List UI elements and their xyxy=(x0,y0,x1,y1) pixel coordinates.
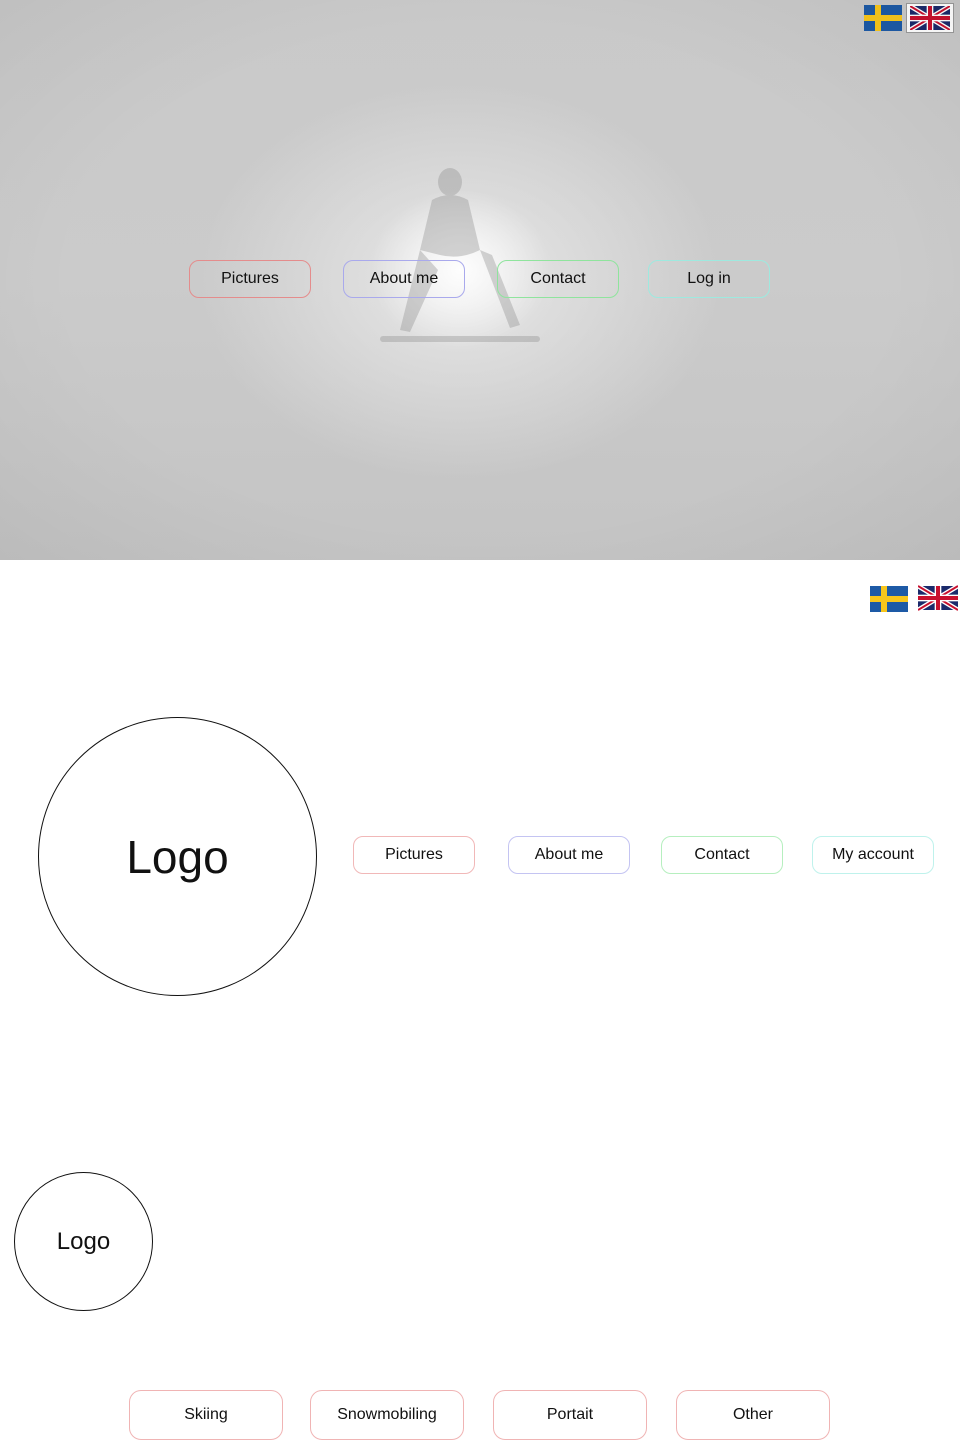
category-snowmobiling-button[interactable]: Snowmobiling xyxy=(310,1390,464,1440)
nav-contact-label: Contact xyxy=(694,846,750,863)
hero-nav-about-label: About me xyxy=(369,270,439,287)
nav-about-button[interactable]: About me xyxy=(508,836,630,874)
uk-flag-icon[interactable] xyxy=(918,585,958,611)
nav-about-label: About me xyxy=(534,846,604,863)
hero-nav-about-button[interactable]: About me xyxy=(343,260,465,298)
nav-account-label: My account xyxy=(832,846,914,863)
logo-small-label: Logo xyxy=(56,1227,111,1255)
hero-nav-contact-label: Contact xyxy=(530,270,586,287)
category-portrait-label: Portait xyxy=(546,1406,594,1423)
hero-nav-pictures-label: Pictures xyxy=(221,270,279,287)
hero-nav-pictures-button[interactable]: Pictures xyxy=(189,260,311,298)
hero-nav-login-button[interactable]: Log in xyxy=(648,260,770,298)
nav-contact-button[interactable]: Contact xyxy=(661,836,783,874)
hero-banner: Pictures About me Contact Log in xyxy=(0,0,960,560)
site-logo[interactable]: Logo xyxy=(38,717,317,996)
hero-nav-login-label: Log in xyxy=(687,270,731,287)
category-skiing-button[interactable]: Skiing xyxy=(129,1390,283,1440)
category-snowmobiling-label: Snowmobiling xyxy=(337,1406,437,1423)
hero-nav-contact-button[interactable]: Contact xyxy=(497,260,619,298)
nav-account-button[interactable]: My account xyxy=(812,836,934,874)
uk-flag-icon[interactable] xyxy=(906,3,954,33)
swedish-flag-icon[interactable] xyxy=(870,586,908,612)
category-other-label: Other xyxy=(732,1406,773,1423)
logo-label: Logo xyxy=(126,830,229,883)
swedish-flag-icon[interactable] xyxy=(864,5,902,31)
category-skiing-label: Skiing xyxy=(184,1406,228,1423)
nav-pictures-label: Pictures xyxy=(385,846,443,863)
category-portrait-button[interactable]: Portait xyxy=(493,1390,647,1440)
site-logo-small[interactable]: Logo xyxy=(14,1172,153,1311)
category-other-button[interactable]: Other xyxy=(676,1390,830,1440)
nav-pictures-button[interactable]: Pictures xyxy=(353,836,475,874)
